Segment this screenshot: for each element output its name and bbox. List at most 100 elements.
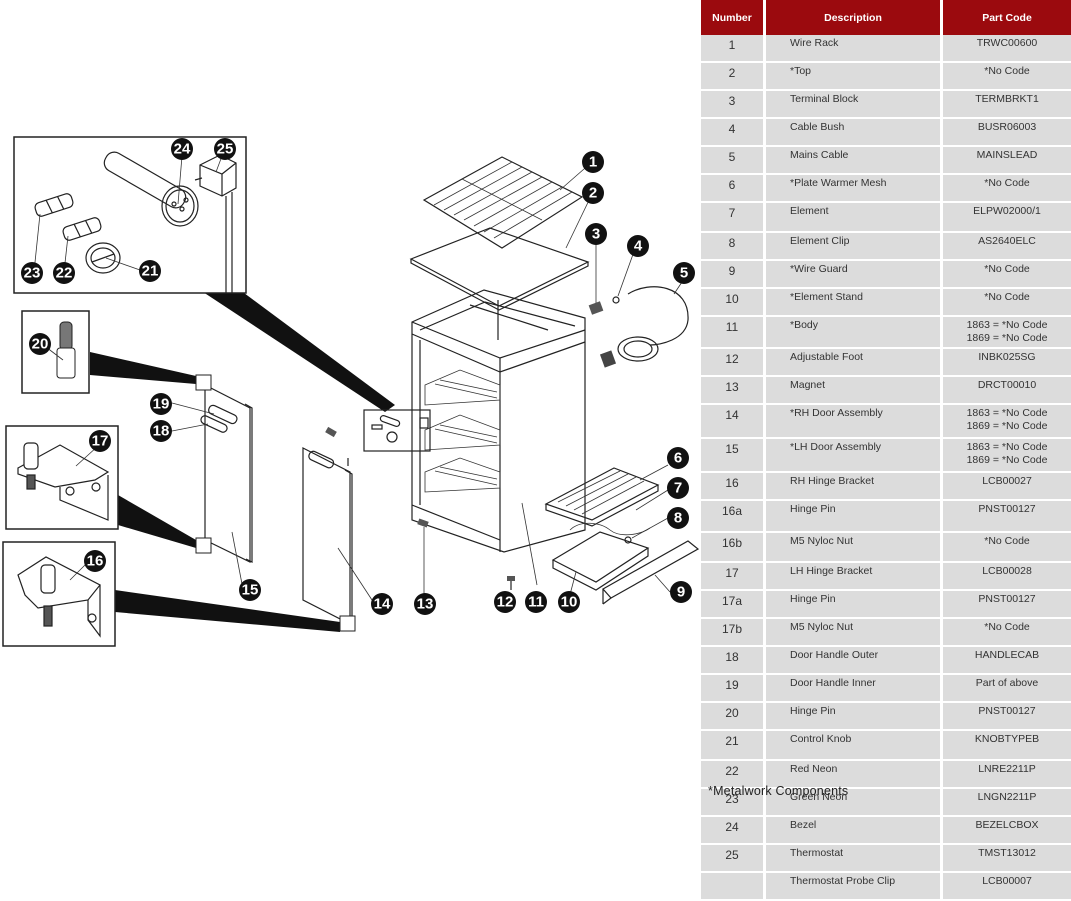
callout-16: 16: [84, 550, 106, 572]
part-number: 17: [701, 563, 766, 591]
table-row: 7 Element ELPW02000/1: [701, 203, 1071, 233]
part-code-line: AS2640ELC: [978, 235, 1036, 247]
cabinet-body-part: [411, 289, 586, 586]
svg-text:5: 5: [680, 265, 688, 282]
part-number: 21: [701, 731, 766, 761]
part-code: *No Code: [943, 619, 1071, 647]
callout-23: 23: [21, 262, 43, 284]
inset-leader-hinge-pin: [90, 352, 196, 384]
table-row: 8 Element Clip AS2640ELC: [701, 233, 1071, 261]
table-row: 18 Door Handle Outer HANDLECAB: [701, 647, 1071, 675]
part-number: 19: [701, 675, 766, 703]
terminal-block-part: [588, 301, 604, 315]
callout-13: 13: [414, 593, 436, 615]
part-number: 20: [701, 703, 766, 731]
part-code: *No Code: [943, 261, 1071, 289]
part-code: MAINSLEAD: [943, 147, 1071, 175]
part-number: 9: [701, 261, 766, 289]
part-code: TMST13012: [943, 845, 1071, 873]
part-code-line: *No Code: [984, 291, 1030, 303]
part-code: INBK025SG: [943, 349, 1071, 377]
inset-leader-controls: [200, 290, 395, 412]
part-code: 1863 = *No Code 1869 = *No Code: [943, 317, 1071, 349]
table-row: 3 Terminal Block TERMBRKT1: [701, 91, 1071, 119]
table-row: 12 Adjustable Foot INBK025SG: [701, 349, 1071, 377]
part-code-line: LNRE2211P: [978, 763, 1036, 775]
part-description: Mains Cable: [766, 147, 943, 175]
part-code-line: MAINSLEAD: [976, 149, 1038, 161]
exploded-parts-diagram: 1 2 3 4 5 6 7 8 9 10 11 12 13 14 15 16 1…: [2, 136, 700, 647]
inset-controls: [13, 136, 247, 294]
part-number: 16b: [701, 533, 766, 563]
part-description: Element: [766, 203, 943, 233]
callout-2: 2: [582, 182, 604, 204]
part-number: 5: [701, 147, 766, 175]
table-row: 2 *Top *No Code: [701, 63, 1071, 91]
callout-21: 21: [139, 260, 161, 282]
table-row: 4 Cable Bush BUSR06003: [701, 119, 1071, 147]
table-row: 21 Control Knob KNOBTYPEB: [701, 731, 1071, 761]
part-code: *No Code: [943, 533, 1071, 563]
part-number: 11: [701, 317, 766, 349]
part-code-line: Part of above: [975, 677, 1039, 689]
part-code-line: LCB00028: [982, 565, 1032, 577]
part-code-line: TRWC00600: [976, 37, 1038, 49]
part-description: *Body: [766, 317, 943, 349]
part-description: Magnet: [766, 377, 943, 405]
part-code-line: PNST00127: [978, 503, 1036, 515]
callout-3: 3: [585, 223, 607, 245]
svg-text:21: 21: [142, 263, 159, 280]
part-number: 16a: [701, 501, 766, 533]
part-description: Control Knob: [766, 731, 943, 761]
part-code: LCB00028: [943, 563, 1071, 591]
top-panel-part: [409, 193, 593, 311]
part-code-line: TMST13012: [978, 847, 1036, 859]
callout-12: 12: [494, 591, 516, 613]
table-row: 9 *Wire Guard *No Code: [701, 261, 1071, 289]
callout-18: 18: [150, 420, 172, 442]
callout-14: 14: [371, 593, 393, 615]
callout-20: 20: [29, 333, 51, 355]
table-row: 19 Door Handle Inner Part of above: [701, 675, 1071, 703]
part-number: 1: [701, 35, 766, 63]
part-description: *Plate Warmer Mesh: [766, 175, 943, 203]
part-description: *Wire Guard: [766, 261, 943, 289]
table-row: 16b M5 Nyloc Nut *No Code: [701, 533, 1071, 563]
part-description: Thermostat: [766, 845, 943, 873]
part-number: 16: [701, 473, 766, 501]
callout-7: 7: [667, 477, 689, 499]
part-code: LNRE2211P: [943, 761, 1071, 789]
part-number: 17a: [701, 591, 766, 619]
part-code: LNGN2211P: [943, 789, 1071, 817]
callout-15: 15: [239, 579, 261, 601]
part-description: Element Clip: [766, 233, 943, 261]
svg-text:18: 18: [153, 423, 170, 440]
table-row: 15 *LH Door Assembly 1863 = *No Code 1869 =…: [701, 439, 1071, 473]
internal-racks: [424, 369, 501, 493]
part-number: 2: [701, 63, 766, 91]
inset-leader-rh-bracket: [115, 590, 340, 632]
parts-table: Number Description Part Code 1 Wire Rack T…: [701, 0, 1071, 901]
part-code-line: BEZELCBOX: [975, 819, 1039, 831]
part-code: 1863 = *No Code 1869 = *No Code: [943, 439, 1071, 473]
adjustable-foot-part: [507, 576, 515, 590]
magnet-part: [417, 518, 429, 528]
svg-text:13: 13: [417, 596, 434, 613]
part-description: Door Handle Outer: [766, 647, 943, 675]
part-description: Hinge Pin: [766, 591, 943, 619]
callout-9: 9: [670, 581, 692, 603]
part-code: BEZELCBOX: [943, 817, 1071, 845]
part-description: Door Handle Inner: [766, 675, 943, 703]
table-row: 17b M5 Nyloc Nut *No Code: [701, 619, 1071, 647]
svg-text:8: 8: [674, 510, 682, 527]
svg-text:12: 12: [497, 594, 514, 611]
svg-text:7: 7: [674, 480, 682, 497]
part-number: 12: [701, 349, 766, 377]
svg-text:25: 25: [217, 141, 234, 158]
table-row: 16 RH Hinge Bracket LCB00027: [701, 473, 1071, 501]
part-description: LH Hinge Bracket: [766, 563, 943, 591]
part-description: *Element Stand: [766, 289, 943, 317]
inset-leader-lh-bracket: [118, 495, 196, 548]
part-code-line: *No Code: [984, 621, 1030, 633]
part-code-line: KNOBTYPEB: [974, 733, 1040, 745]
